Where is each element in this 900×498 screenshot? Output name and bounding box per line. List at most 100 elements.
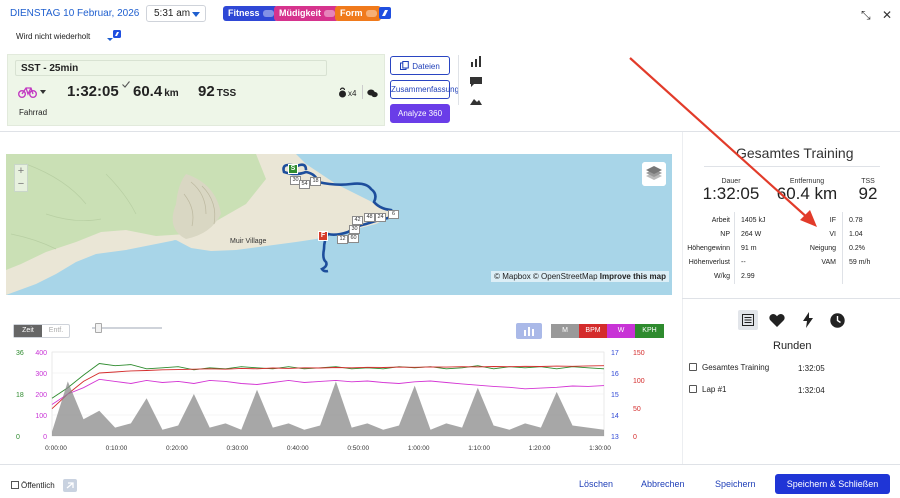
y-tick-label: 100 xyxy=(35,413,47,420)
time-toggle[interactable]: Zeit xyxy=(14,325,42,337)
distance-toggle[interactable]: Entf. xyxy=(42,325,70,337)
x-tick-label: 0:40:00 xyxy=(287,445,309,452)
cancel-button[interactable]: Abbrechen xyxy=(641,479,685,489)
trainingpeaks-logo-icon xyxy=(379,7,391,19)
workout-title-input[interactable]: SST - 25min xyxy=(15,60,327,76)
y-tick-label: 36 xyxy=(16,350,24,357)
elevation-icon[interactable] xyxy=(470,97,482,105)
y-tick-label: 13 xyxy=(611,434,619,441)
zoom-slider-track[interactable] xyxy=(92,327,162,329)
x-tick-label: 1:00:00 xyxy=(408,445,430,452)
save-and-close-button[interactable]: Speichern & Schließen xyxy=(775,474,890,494)
comments-icon[interactable] xyxy=(367,89,378,98)
clock-icon[interactable] xyxy=(830,313,845,328)
workout-summary: SST - 25min 1:32:05 60.4 km 92 TSS x4 Fahr… xyxy=(7,54,385,126)
y-tick-label: 200 xyxy=(35,392,47,399)
km-marker: 48 xyxy=(364,213,375,222)
x-tick-label: 0:20:00 xyxy=(166,445,188,452)
km-marker: 60 xyxy=(348,234,359,243)
sport-chevron-icon[interactable] xyxy=(40,90,46,94)
tag-fitness: Fitness xyxy=(223,6,278,21)
bike-icon[interactable] xyxy=(18,85,38,98)
y-tick-label: 50 xyxy=(633,406,641,413)
mapbox-credit[interactable]: © Mapbox xyxy=(494,272,531,281)
save-button[interactable]: Speichern xyxy=(715,479,756,489)
public-checkbox[interactable] xyxy=(11,481,19,489)
series-toggle-w[interactable]: W xyxy=(607,324,635,338)
time-value: 5:31 am xyxy=(154,8,191,19)
map-attribution: © Mapbox © OpenStreetMap Improve this ma… xyxy=(491,271,669,282)
elevation-loss-label: Höhenverlust xyxy=(688,259,730,266)
lap-row[interactable]: Gesamtes Training xyxy=(689,363,769,372)
y-tick-label: 400 xyxy=(35,350,47,357)
laps-tab[interactable] xyxy=(738,310,758,330)
summary-duration: 1:32:05 xyxy=(67,83,119,100)
workout-date[interactable]: DIENSTAG 10 Februar, 2026 xyxy=(10,8,139,19)
x-tick-label: 1:30:00 xyxy=(589,445,611,452)
zoom-out-button[interactable]: − xyxy=(15,178,27,191)
y-tick-label: 300 xyxy=(35,371,47,378)
map-zoom-controls[interactable]: + − xyxy=(14,164,28,192)
lap-row[interactable]: Lap #1 xyxy=(689,385,726,394)
tag-form: Form xyxy=(335,6,381,21)
lap-checkbox[interactable] xyxy=(689,385,697,393)
series-toggle-m[interactable]: M xyxy=(551,324,579,338)
wkg-value: 2.99 xyxy=(741,273,755,280)
repeat-dropdown-icon[interactable] xyxy=(106,30,122,42)
files-button[interactable]: Dateien xyxy=(390,56,450,75)
y-tick-label: 0 xyxy=(16,434,20,441)
summary-distance: 60.4 km xyxy=(133,83,179,100)
zoom-in-button[interactable]: + xyxy=(15,165,27,178)
series-toggle-kph[interactable]: KPH xyxy=(635,324,664,338)
close-icon[interactable]: ✕ xyxy=(882,8,892,22)
collapse-icon[interactable]: ⤡ xyxy=(861,8,871,22)
x-tick-label: 0:00:00 xyxy=(45,445,67,452)
completed-check-icon xyxy=(122,81,130,88)
sport-label: Fahrrad xyxy=(19,108,48,117)
route-map[interactable]: + − Muir Village S F 30 54 18 6 24 48 42… xyxy=(6,154,672,295)
laps-title: Runden xyxy=(773,340,812,352)
km-marker: 6 xyxy=(388,210,399,219)
annotation-arrow xyxy=(629,57,817,227)
summary-tss: 92 TSS xyxy=(198,83,237,100)
files-icon xyxy=(400,61,410,70)
km-marker: 30 xyxy=(349,225,360,234)
osm-credit[interactable]: © OpenStreetMap xyxy=(533,272,598,281)
public-toggle[interactable]: Öffentlich xyxy=(11,481,55,490)
window-controls: ⤡ ✕ xyxy=(861,8,892,23)
kettlebell-icon[interactable] xyxy=(338,87,347,98)
y-tick-label: 15 xyxy=(611,392,619,399)
delete-button[interactable]: Löschen xyxy=(579,479,613,489)
wkg-label: W/kg xyxy=(714,273,730,280)
tag-fatigue: Müdigkeit xyxy=(274,6,339,21)
improve-map-link[interactable]: Improve this map xyxy=(600,272,666,281)
x-tick-label: 1:10:00 xyxy=(468,445,490,452)
x-tick-label: 0:10:00 xyxy=(106,445,128,452)
km-marker: 18 xyxy=(310,177,321,186)
km-marker: 24 xyxy=(375,213,386,222)
vam-label: VAM xyxy=(821,259,836,266)
summary-button[interactable]: Zusammenfassung xyxy=(390,80,459,99)
elevation-gain-value: 91 m xyxy=(741,245,757,252)
analyze-360-button[interactable]: Analyze 360 xyxy=(390,104,450,123)
zoom-slider-handle[interactable] xyxy=(95,323,102,333)
chart-type-icon[interactable] xyxy=(516,323,542,339)
link-icon[interactable] xyxy=(63,479,77,492)
time-select[interactable]: 5:31 am xyxy=(146,5,206,22)
strength-count: x4 xyxy=(348,89,357,98)
x-tick-label: 0:30:00 xyxy=(226,445,248,452)
chat-icon[interactable] xyxy=(470,77,482,87)
bar-chart-icon[interactable] xyxy=(470,56,482,67)
y-tick-label: 0 xyxy=(43,434,47,441)
km-marker: 42 xyxy=(352,216,363,225)
y-tick-label: 18 xyxy=(16,392,24,399)
grade-value: 0.2% xyxy=(849,245,865,252)
km-marker: 54 xyxy=(299,180,310,189)
lap-checkbox[interactable] xyxy=(689,363,697,371)
chevron-down-icon xyxy=(192,12,200,17)
series-toggle-bpm[interactable]: BPM xyxy=(579,324,607,338)
heart-icon[interactable] xyxy=(769,314,785,327)
y-tick-label: 100 xyxy=(633,378,645,385)
bolt-icon[interactable] xyxy=(803,312,813,328)
workout-chart[interactable]: 0:00:00 0:10:00 0:20:00 0:30:00 0:40:00 0:50:… xyxy=(0,340,680,462)
